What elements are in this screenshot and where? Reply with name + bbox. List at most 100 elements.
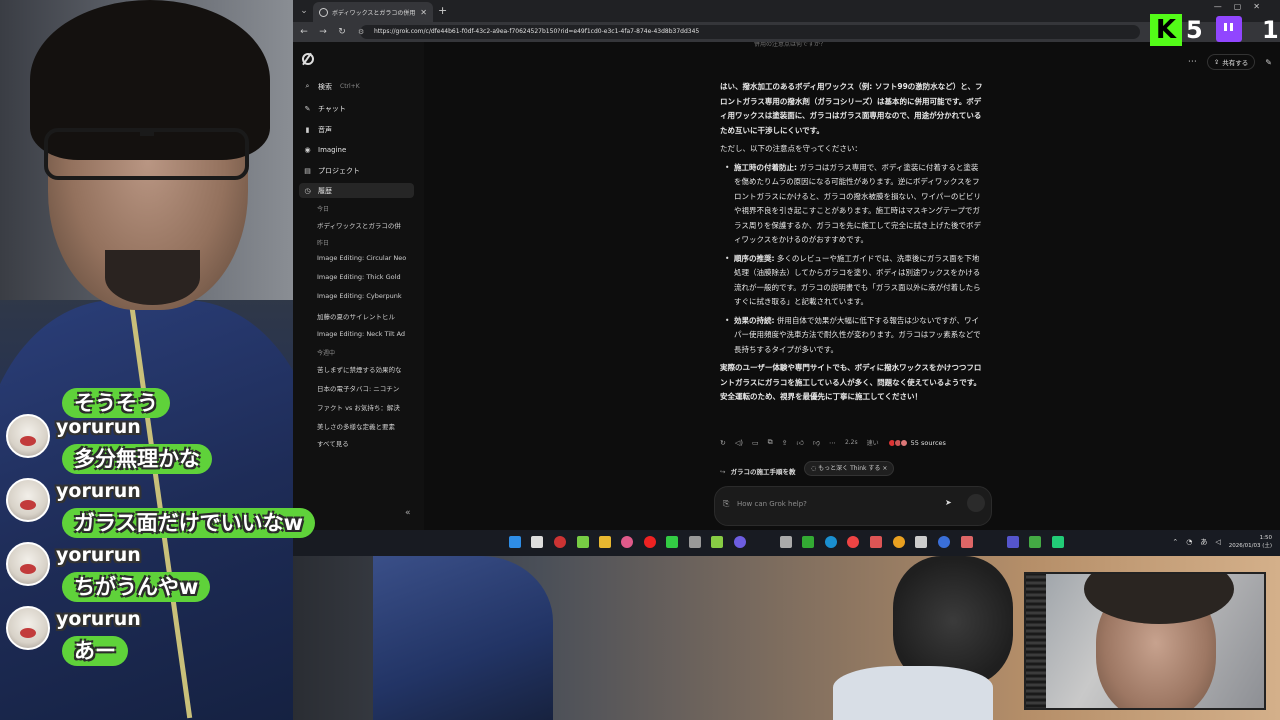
app-icon[interactable] [577,536,589,548]
tray-chevron-icon[interactable]: ⌃ [1172,538,1178,546]
tab-menu-icon[interactable]: ⌄ [297,4,311,18]
sidebar-item-label: チャット [318,104,346,113]
app-icon[interactable] [961,536,973,548]
browser-window: ⌄ ボディワックスとガラコの併用ガイド ✕ + — ▢ ✕ ← → ↻ ⚙ ht… [293,0,1280,530]
answer-conclusion: 実際のユーザー体験や専門サイトでも、ボディに撥水ワックスをかけつつフロントガラス… [720,363,982,401]
share-answer-icon[interactable]: ⇪ [782,439,788,447]
new-tab-button[interactable]: + [438,4,447,17]
history-item[interactable]: 美しさの多様な定義と要素 [317,421,414,431]
new-chat-icon[interactable]: ✎ [1265,58,1272,67]
chat-message: ガラス面だけでいいなw [62,508,315,538]
comment-icon[interactable]: ▭ [752,439,759,447]
voice-mode-button[interactable] [967,494,985,512]
app-icon[interactable] [689,536,701,548]
forward-icon[interactable]: → [315,27,331,37]
system-tray: ⌃ ◔ あ ◁ 1:50 2026/01/03 (土) [1172,534,1272,550]
app-icon[interactable] [1029,536,1041,548]
assistant-answer: はい、撥水加工のあるボディ用ワックス（例: ソフト99の激防水など）と、フロント… [720,80,985,409]
send-icon[interactable]: ➤ [945,498,952,507]
tab-close-icon[interactable]: ✕ [420,8,427,17]
grok-sidebar: ⌕ 検索 Ctrl+K ✎ チャット ▮ 音声 ◉ Imagine ▤ プロジェ… [293,42,424,530]
related-question[interactable]: ↪ ガラコの施工手順を教 [720,466,795,476]
app-icon[interactable] [915,536,927,548]
url-field[interactable]: ⚙ https://grok.com/c/dfe44b61-f0df-43c2-… [358,25,1140,39]
history-item[interactable]: 日本の電子タバコ: ニコチン [317,383,414,393]
address-bar: ← → ↻ ⚙ https://grok.com/c/dfe44b61-f0df… [293,22,1280,42]
thumbs-up-icon[interactable]: 👍︎ [797,438,804,447]
grok-logo-icon[interactable] [302,53,314,65]
sidebar-item-projects[interactable]: ▤ プロジェクト [299,163,414,178]
start-icon[interactable] [509,536,521,548]
response-time: 2.2s [844,439,858,446]
app-icon[interactable] [554,536,566,548]
read-aloud-icon[interactable]: ◁) [735,439,743,447]
collapse-sidebar-icon[interactable]: « [405,508,411,518]
windows-taskbar: ⌃ ◔ あ ◁ 1:50 2026/01/03 (土) [293,530,1280,556]
xbox-icon[interactable] [802,536,814,548]
volume-icon[interactable]: ◁ [1215,538,1220,546]
task-view-icon[interactable] [531,536,543,548]
history-item[interactable]: 苦しまずに禁煙する効果的な [317,364,414,374]
app-icon[interactable] [621,536,633,548]
app-icon[interactable] [1052,536,1064,548]
chrome-icon[interactable] [847,536,859,548]
sidebar-search[interactable]: ⌕ 検索 Ctrl+K [299,79,414,94]
sidebar-item-label: Imagine [318,145,347,154]
sidebar-item-imagine[interactable]: ◉ Imagine [299,142,414,157]
video-glitch-strip [1026,574,1046,708]
see-all-link[interactable]: すべて見る [317,438,414,448]
record-icon[interactable] [644,536,656,548]
chat-message: そうそう [62,388,170,418]
sources-button[interactable]: 55 sources [887,438,946,447]
sidebar-item-chat[interactable]: ✎ チャット [299,101,414,116]
copy-icon[interactable]: ⧉ [768,438,773,447]
line-icon[interactable] [666,536,678,548]
grok-favicon-icon [319,7,328,17]
edge-icon[interactable] [825,536,837,548]
app-icon[interactable] [711,536,723,548]
history-group-today: 今日 [317,206,330,213]
twitch-viewer-count: 1 [1262,16,1279,44]
history-item[interactable]: Image Editing: Neck Tilt Ad [317,330,414,338]
share-label: 共有する [1222,59,1249,67]
more-answer-options-icon[interactable]: ⋯ [829,439,836,447]
history-item[interactable]: ファクト vs お気持ち：解決 [317,402,414,412]
site-info-icon[interactable]: ⚙ [358,25,364,39]
app-icon[interactable] [938,536,950,548]
thumbs-down-icon[interactable]: 👎︎ [813,438,820,447]
history-item[interactable]: 加藤の夏のサイレントヒル [317,311,414,321]
file-explorer-icon[interactable] [599,536,611,548]
history-item[interactable]: Image Editing: Thick Gold [317,273,414,281]
app-icon[interactable] [734,536,746,548]
think-deeper-chip[interactable]: ◌ もっと深く Think する × [804,461,895,476]
regenerate-icon[interactable]: ↻ [720,439,726,447]
more-options-icon[interactable]: ⋯ [1188,57,1197,67]
app-icon[interactable] [1007,536,1019,548]
sidebar-item-voice[interactable]: ▮ 音声 [299,122,414,137]
history-item[interactable]: Image Editing: Cyberpunk [317,292,414,300]
app-icon[interactable] [893,536,905,548]
share-button[interactable]: ⇪ 共有する [1206,54,1256,70]
minimize-icon[interactable]: — [1214,2,1222,11]
maximize-icon[interactable]: ▢ [1234,2,1242,11]
close-window-icon[interactable]: ✕ [1253,2,1260,11]
clock[interactable]: 1:50 2026/01/03 (土) [1229,534,1272,550]
attach-icon[interactable]: ⎘ [723,499,729,509]
reload-icon[interactable]: ↻ [334,27,350,37]
bullet-title: 順序の推奨: [734,253,775,263]
prompt-input[interactable] [737,496,937,512]
network-icon[interactable]: ◔ [1186,538,1192,546]
answer-lead: ただし、以下の注意点を守ってください： [720,144,862,153]
sidebar-item-history[interactable]: ◷ 履歴 [299,183,414,198]
think-close-icon[interactable]: × [882,465,887,472]
app-icon[interactable] [780,536,792,548]
browser-tab-active[interactable]: ボディワックスとガラコの併用ガイド ✕ [313,2,433,22]
ime-mode[interactable]: あ [1200,537,1207,547]
message-composer: ⎘ ➤ [714,486,992,526]
history-item[interactable]: ボディワックスとガラコの併 [317,220,414,230]
bullet-title: 効果の持続: [734,315,775,325]
history-item[interactable]: Image Editing: Circular Neo [317,254,414,262]
back-icon[interactable]: ← [296,27,312,37]
app-icon[interactable] [870,536,882,548]
stream-viewer-widget: K 5 1 [1150,14,1280,46]
